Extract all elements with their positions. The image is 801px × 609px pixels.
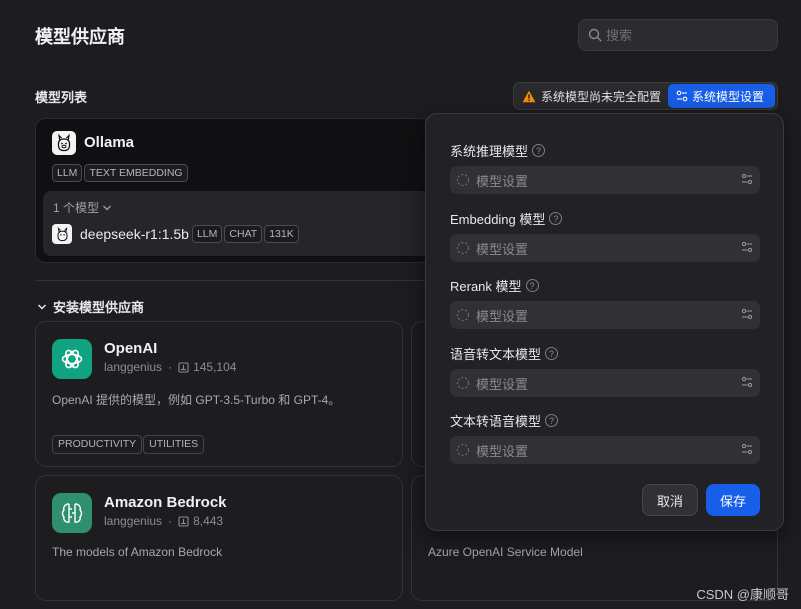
search-box[interactable] xyxy=(578,19,778,51)
select-reasoning-model[interactable]: 模型设置 xyxy=(450,166,760,194)
settings-tune-icon xyxy=(741,173,753,185)
system-model-settings-popup: 系统推理模型? 模型设置 Embedding 模型? 模型设置 Rerank 模… xyxy=(425,113,784,531)
warning-text: 系统模型尚未完全配置 xyxy=(541,89,662,104)
download-count-icon xyxy=(178,361,189,373)
settings-tune-icon xyxy=(676,90,688,102)
amazon-bedrock-logo-icon xyxy=(52,493,92,533)
provider-description: The models of Amazon Bedrock xyxy=(52,545,223,559)
openai-logo-icon xyxy=(52,339,92,379)
select-placeholder: 模型设置 xyxy=(476,443,529,459)
models-count-label: 1 个模型 xyxy=(53,201,100,215)
help-icon[interactable]: ? xyxy=(525,279,539,292)
field-label-text: Rerank 模型 xyxy=(450,279,522,294)
system-model-warning: 系统模型尚未完全配置 系统模型设置 xyxy=(513,82,778,110)
settings-tune-icon xyxy=(741,376,753,388)
page-title: 模型供应商 xyxy=(35,27,125,47)
provider-description: Azure OpenAI Service Model xyxy=(428,545,583,559)
model-list-title: 模型列表 xyxy=(35,90,88,105)
model-placeholder-icon xyxy=(456,308,470,322)
help-icon[interactable]: ? xyxy=(545,414,559,427)
provider-name: OpenAI xyxy=(104,340,158,357)
select-text-to-speech-model[interactable]: 模型设置 xyxy=(450,436,760,464)
field-label-text: 系统推理模型 xyxy=(450,144,529,159)
model-tag-llm: LLM xyxy=(191,225,223,243)
ollama-tags: LLM TEXT EMBEDDING xyxy=(52,163,190,182)
save-button[interactable]: 保存 xyxy=(706,484,760,516)
field-label-text: Embedding 模型 xyxy=(450,212,546,227)
help-icon[interactable]: ? xyxy=(532,144,546,157)
model-tag-chat: CHAT xyxy=(224,225,263,243)
model-placeholder-icon xyxy=(456,376,470,390)
model-tag-context: 131K xyxy=(264,225,299,243)
provider-description: OpenAI 提供的模型，例如 GPT-3.5-Turbo 和 GPT-4。 xyxy=(52,393,341,407)
field-label-reasoning: 系统推理模型? xyxy=(450,141,546,160)
chevron-down-icon xyxy=(37,303,47,310)
select-embedding-model[interactable]: 模型设置 xyxy=(450,234,760,262)
field-label-embedding: Embedding 模型? xyxy=(450,209,563,228)
select-speech-to-text-model[interactable]: 模型设置 xyxy=(450,369,760,397)
settings-tune-icon xyxy=(741,241,753,253)
field-label-text: 文本转语音模型 xyxy=(450,414,542,429)
help-icon[interactable]: ? xyxy=(549,212,563,225)
watermark: CSDN @康顺哥 xyxy=(696,587,789,602)
provider-card-amazon-bedrock[interactable]: Amazon Bedrock langgenius · 8,443 The mo… xyxy=(35,475,403,601)
ollama-model-icon xyxy=(52,224,72,244)
search-input[interactable] xyxy=(606,27,766,43)
provider-card-openai[interactable]: OpenAI langgenius · 145,104 OpenAI 提供的模型… xyxy=(35,321,403,467)
model-row[interactable]: deepseek-r1:1.5b LLM CHAT 131K xyxy=(52,224,301,244)
field-label-text: 语音转文本模型 xyxy=(450,347,542,362)
chevron-down-icon xyxy=(103,205,111,210)
models-count-toggle[interactable]: 1 个模型 xyxy=(53,199,112,216)
tag-productivity: PRODUCTIVITY xyxy=(52,435,143,454)
settings-tune-icon xyxy=(741,443,753,455)
divider xyxy=(35,280,425,281)
help-icon[interactable]: ? xyxy=(545,347,559,360)
system-model-settings-label: 系统模型设置 xyxy=(692,89,765,104)
provider-meta: langgenius · 8,443 xyxy=(104,514,224,528)
cancel-button[interactable]: 取消 xyxy=(642,484,698,516)
download-count-icon xyxy=(178,515,189,527)
install-providers-toggle[interactable]: 安装模型供应商 xyxy=(37,297,144,316)
system-model-settings-button[interactable]: 系统模型设置 xyxy=(668,84,775,108)
provider-installs: 8,443 xyxy=(193,514,224,528)
ollama-name: Ollama xyxy=(84,134,135,151)
select-rerank-model[interactable]: 模型设置 xyxy=(450,301,760,329)
model-placeholder-icon xyxy=(456,173,470,187)
provider-author: langgenius xyxy=(104,360,163,374)
select-placeholder: 模型设置 xyxy=(476,241,529,257)
install-providers-title: 安装模型供应商 xyxy=(53,300,145,315)
provider-installs: 145,104 xyxy=(193,360,237,374)
warning-icon xyxy=(522,90,536,102)
tag-text-embedding: TEXT EMBEDDING xyxy=(84,164,188,182)
model-placeholder-icon xyxy=(456,443,470,457)
provider-tags: PRODUCTIVITY UTILITIES xyxy=(52,434,205,454)
select-placeholder: 模型设置 xyxy=(476,173,529,189)
provider-name: Amazon Bedrock xyxy=(104,494,227,511)
search-icon xyxy=(588,28,602,42)
provider-meta: langgenius · 145,104 xyxy=(104,360,237,374)
tag-utilities: UTILITIES xyxy=(143,435,205,454)
ollama-models-panel: 1 个模型 deepseek-r1:1.5b LLM CHAT 131K xyxy=(43,191,430,256)
field-label-speech-to-text: 语音转文本模型? xyxy=(450,344,559,363)
model-name: deepseek-r1:1.5b xyxy=(80,226,189,242)
field-label-text-to-speech: 文本转语音模型? xyxy=(450,411,559,430)
select-placeholder: 模型设置 xyxy=(476,376,529,392)
ollama-logo-icon xyxy=(52,131,76,155)
field-label-rerank: Rerank 模型? xyxy=(450,276,539,295)
provider-author: langgenius xyxy=(104,514,163,528)
select-placeholder: 模型设置 xyxy=(476,308,529,324)
model-placeholder-icon xyxy=(456,241,470,255)
tag-llm: LLM xyxy=(52,164,83,182)
settings-tune-icon xyxy=(741,308,753,320)
